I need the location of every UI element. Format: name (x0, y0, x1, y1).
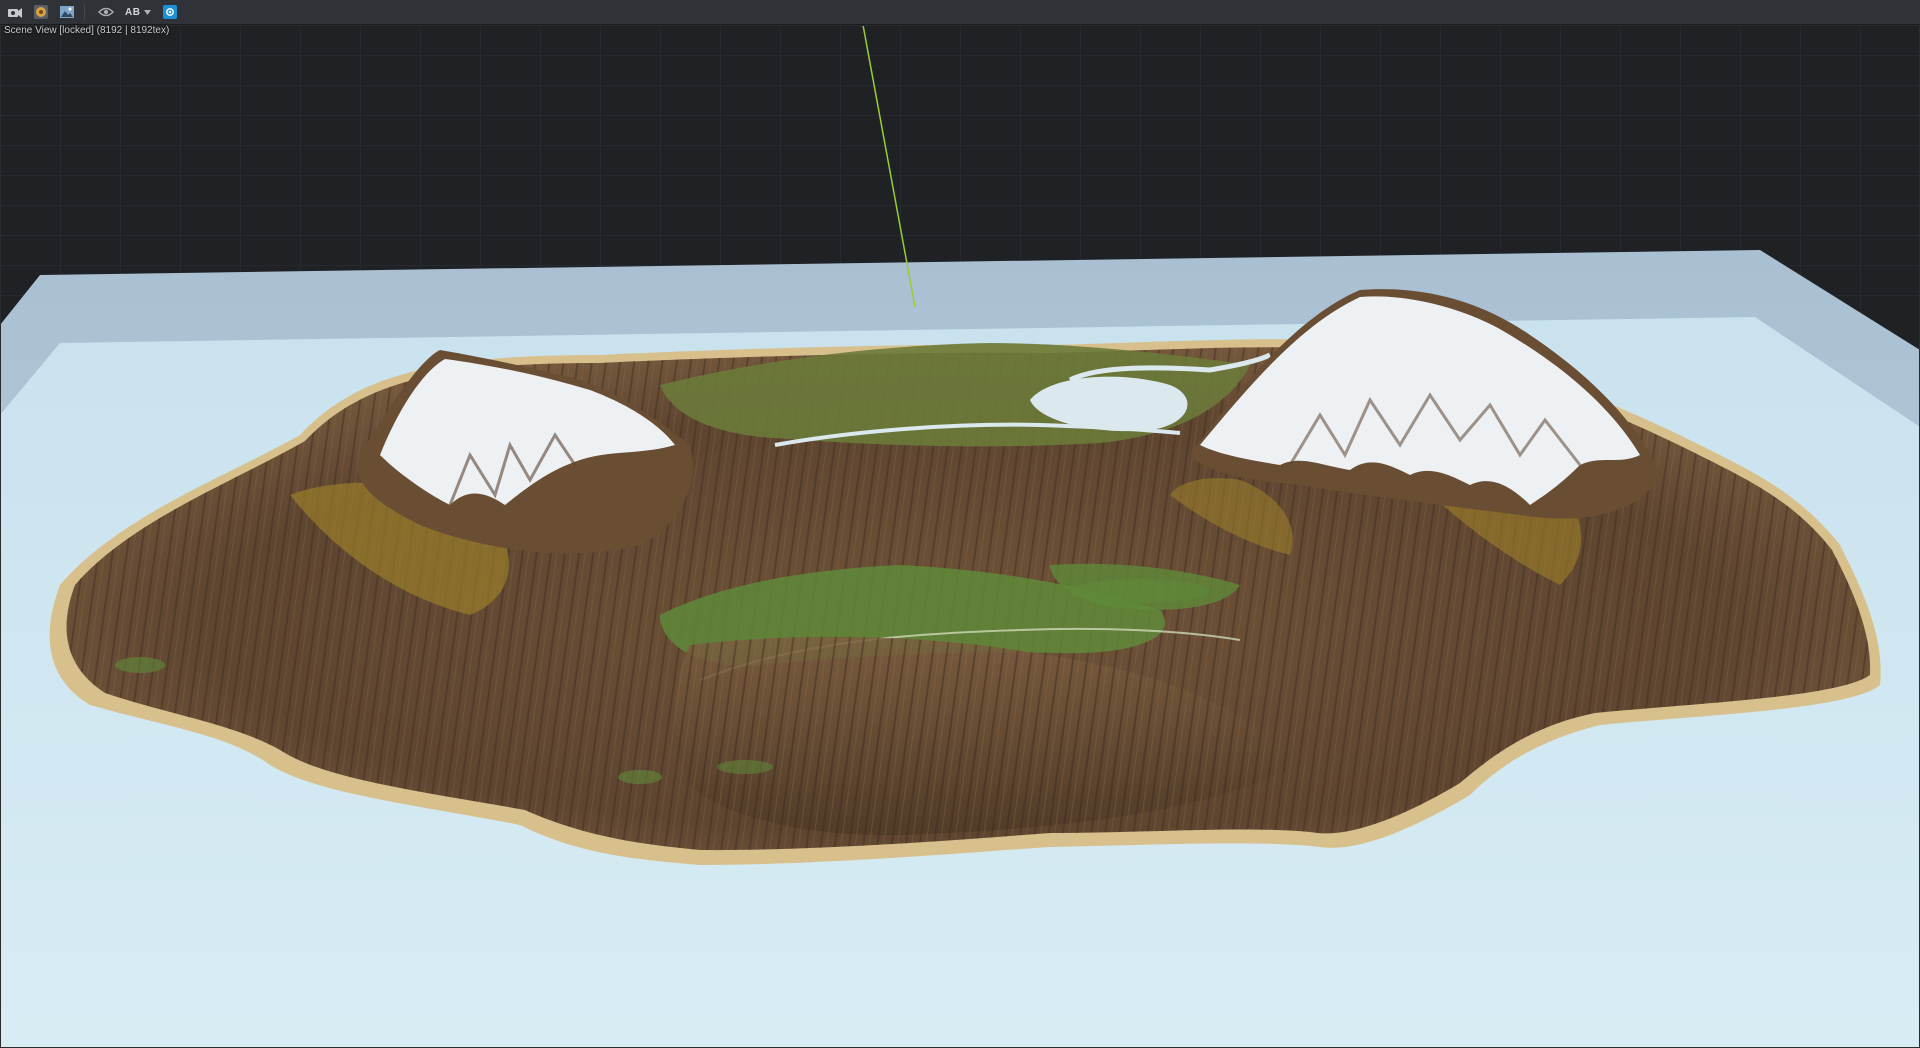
grass-patch (618, 770, 662, 784)
capture-icon (163, 5, 178, 19)
viewport-toolbar: AB (0, 0, 1920, 25)
capture-button[interactable] (159, 2, 181, 22)
chevron-down-icon (144, 9, 152, 15)
grass-patch (115, 657, 165, 673)
render-settings-button[interactable] (30, 2, 52, 22)
camera-options-icon (8, 8, 22, 18)
camera-options-button[interactable] (4, 2, 26, 22)
image-export-button[interactable] (56, 2, 78, 22)
ab-compare-dropdown[interactable]: AB (121, 2, 155, 22)
viewport-label: Scene View [locked] (8192 | 8192tex) (4, 25, 170, 36)
grass-patch (717, 760, 773, 774)
scene-viewport[interactable] (0, 25, 1920, 1048)
toolbar-divider (84, 4, 85, 20)
visibility-eye-icon (98, 7, 114, 17)
ab-compare-label: AB (125, 6, 141, 18)
grass-patch (1070, 579, 1210, 603)
image-export-icon (60, 6, 74, 18)
terrain-render (0, 25, 1920, 1048)
visibility-toggle[interactable] (95, 2, 117, 22)
render-settings-icon (34, 5, 48, 19)
